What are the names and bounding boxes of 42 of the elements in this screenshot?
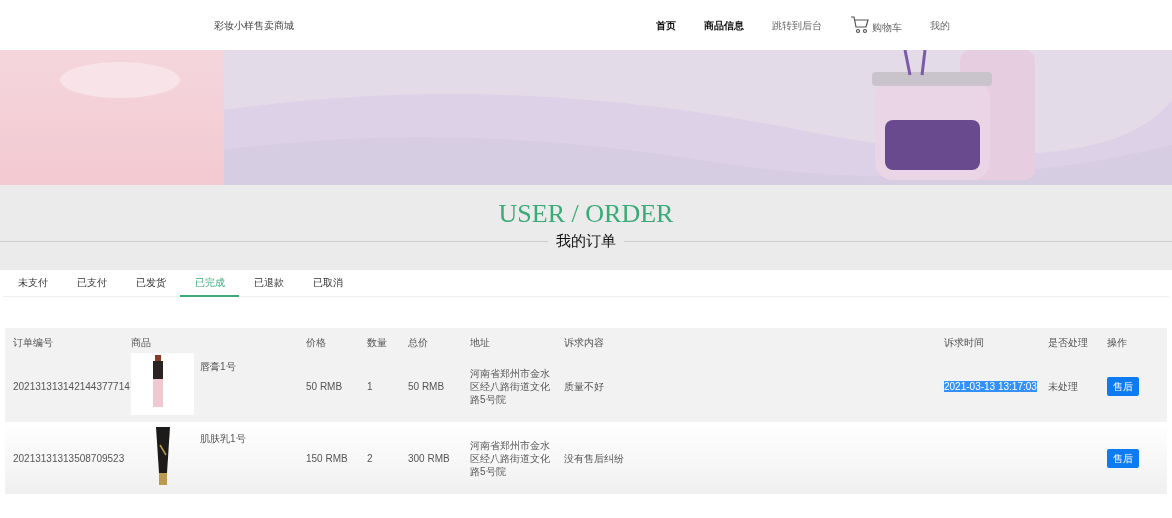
order-tab[interactable]: 已取消 — [298, 270, 357, 297]
table-cell-text: 唇膏1号 — [200, 360, 236, 374]
table-cell: 未处理 — [1048, 380, 1078, 392]
cart-link[interactable]: 购物车 — [850, 15, 902, 35]
after-sales-button[interactable]: 售后 — [1107, 376, 1139, 396]
column-header: 是否处理 — [1048, 336, 1089, 350]
column-header: 商品 — [131, 336, 152, 350]
order-tab[interactable]: 未支付 — [3, 270, 62, 297]
table-cell-text: 2 — [367, 451, 374, 466]
order-tab[interactable]: 已发货 — [121, 270, 180, 297]
table-cell-text: 河南省郑州市金水区经八路街道文化路5号院 — [470, 438, 551, 478]
column-header: 地址 — [470, 336, 491, 350]
table-cell-text: 1 — [367, 379, 374, 394]
nav-link[interactable]: 我的 — [930, 17, 950, 33]
nav-link[interactable]: 跳转到后台 — [772, 17, 822, 33]
section-title: USER / ORDER — [498, 199, 674, 229]
table-cell-text: 50 RMB — [306, 379, 344, 394]
cart-icon — [850, 16, 870, 34]
table-cell-text: 20213131313508709523 — [13, 451, 126, 466]
nav-link[interactable]: 商品信息 — [704, 17, 744, 33]
column-header: 数量 — [367, 336, 388, 350]
table-cell-text: 质量不好 — [564, 379, 605, 394]
column-header: 价格 — [306, 336, 327, 350]
order-tab[interactable]: 已支付 — [62, 270, 121, 297]
table-cell-text: 50 RMB — [408, 379, 446, 394]
table-cell-text: 150 RMB — [306, 451, 349, 466]
table-cell-text: 300 RMB — [408, 451, 451, 466]
column-header: 操作 — [1107, 336, 1128, 350]
nav-link[interactable]: 首页 — [656, 17, 676, 33]
section-subtitle: 我的订单 — [555, 231, 617, 251]
column-header: 诉求时间 — [944, 336, 985, 350]
table-cell-text: 202131313142144377714 — [13, 379, 131, 394]
column-header: 诉求内容 — [564, 336, 605, 350]
column-header: 总价 — [408, 336, 429, 350]
table-cell-text: 河南省郑州市金水区经八路街道文化路5号院 — [470, 366, 551, 406]
site-name: 彩妆小样售卖商城 — [214, 18, 294, 33]
column-header: 订单编号 — [13, 336, 54, 350]
table-cell-text: 没有售后纠纷 — [564, 451, 625, 466]
table-cell-text: 肌肤乳1号 — [200, 432, 246, 446]
table-cell: 2021-03-13 13:17:03 — [944, 380, 1037, 392]
order-tab[interactable]: 已退款 — [239, 270, 298, 297]
after-sales-button[interactable]: 售后 — [1107, 448, 1139, 468]
